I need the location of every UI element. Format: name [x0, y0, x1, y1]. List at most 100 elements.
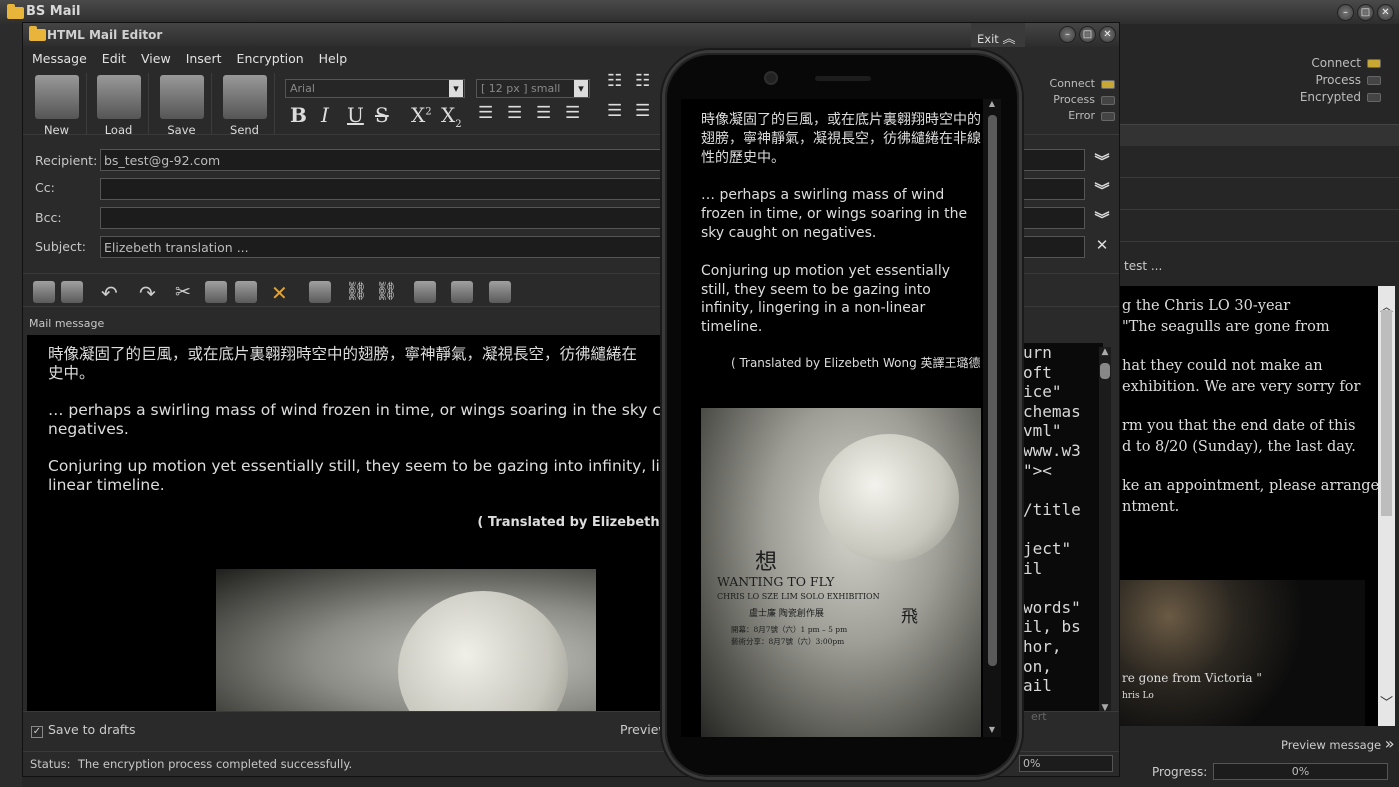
- app-title: BS Mail: [26, 4, 81, 19]
- scroll-thumb[interactable]: [988, 115, 997, 666]
- subscript-button[interactable]: X2: [441, 103, 462, 130]
- msg-line: d to 8/20 (Sunday), the last day.: [1122, 438, 1356, 455]
- underline-button[interactable]: U: [347, 103, 364, 127]
- settings-icon[interactable]: [61, 281, 83, 303]
- editor-status-leds: Connect Process Error: [1033, 77, 1115, 125]
- subject-label: Subject:: [35, 239, 86, 254]
- menu-message[interactable]: Message: [23, 47, 93, 66]
- insert-image-icon[interactable]: [414, 281, 436, 303]
- archive-icon[interactable]: [489, 281, 511, 303]
- link-icon[interactable]: ⛓: [345, 281, 368, 303]
- checkmark-icon: ✓: [31, 726, 43, 738]
- scroll-thumb[interactable]: [1100, 363, 1110, 379]
- editor-close-button[interactable]: ✕: [1099, 26, 1116, 43]
- menu-encryption[interactable]: Encryption: [228, 47, 310, 66]
- scroll-up-icon[interactable]: ▲: [1099, 347, 1111, 357]
- phone-scrollbar[interactable]: ▲ ▼: [983, 99, 1001, 737]
- photo-caption: hris Lo: [1122, 691, 1154, 701]
- eraser-icon[interactable]: [309, 281, 331, 303]
- main-progress-value: 0%: [1291, 765, 1310, 778]
- double-chevron-right-icon: »: [1384, 734, 1395, 753]
- main-left-strip: [0, 24, 22, 787]
- indent-icon[interactable]: ☰: [607, 101, 622, 121]
- save-to-drafts-checkbox[interactable]: ✓ Save to drafts: [31, 722, 136, 738]
- mail-body-editor[interactable]: 時像凝固了的巨風，或在底片裏翱翔時空中的翅膀，寧神靜氣，凝視長空，彷彿繾綣在 史…: [27, 335, 667, 711]
- paste-icon[interactable]: [235, 281, 257, 303]
- code-line: www.w3: [1023, 440, 1081, 460]
- poster-cn-char: 飛: [901, 607, 918, 627]
- code-line: urn: [1023, 343, 1052, 362]
- clear-x-icon[interactable]: ✕: [1093, 236, 1111, 254]
- save-label: Save: [167, 123, 196, 137]
- align-justify-icon[interactable]: ☰: [565, 103, 580, 123]
- redo-icon[interactable]: ↷: [139, 281, 161, 305]
- inbox-icon[interactable]: [451, 281, 473, 303]
- strikethrough-button[interactable]: S: [375, 103, 389, 127]
- close-button[interactable]: ✕: [1377, 4, 1394, 21]
- copy-icon[interactable]: [205, 281, 227, 303]
- load-button[interactable]: Load: [89, 73, 149, 137]
- double-chevron-up-icon: ︽: [1002, 32, 1016, 47]
- new-button[interactable]: New: [27, 73, 87, 137]
- scroll-down-icon[interactable]: ▼: [983, 725, 1001, 734]
- numbered-list-icon[interactable]: ☷: [635, 71, 650, 91]
- outdent-icon[interactable]: ☰: [635, 101, 650, 121]
- menu-insert[interactable]: Insert: [177, 47, 228, 66]
- save-button[interactable]: Save: [152, 73, 212, 137]
- main-row-1[interactable]: [1120, 148, 1399, 178]
- editor-maximize-button[interactable]: □: [1079, 26, 1096, 43]
- preview-message-button[interactable]: Preview message »: [1281, 734, 1395, 753]
- menu-view[interactable]: View: [132, 47, 177, 66]
- msg-line: ke an appointment, please arrange: [1122, 478, 1378, 494]
- html-source-view[interactable]: urn oft ice" chemas vml" www.w3 ">< /tit…: [1023, 343, 1103, 713]
- font-size-select[interactable]: [ 12 px ] small: [476, 79, 590, 98]
- delete-icon[interactable]: ✕: [271, 281, 293, 305]
- main-scrollbar[interactable]: ︿ ﹀: [1378, 286, 1395, 726]
- menu-edit[interactable]: Edit: [93, 47, 132, 66]
- exit-button[interactable]: Exit ︽: [971, 23, 1025, 47]
- phone-screen[interactable]: 時像凝固了的巨風，或在底片裏翱翔時空中的翅膀，寧神靜氣，凝視長空，彷彿繾綣在非線…: [681, 99, 1001, 737]
- poster-cn-char: 想: [755, 550, 778, 575]
- scroll-up-icon[interactable]: ▲: [983, 99, 1001, 108]
- code-line: vml": [1023, 421, 1062, 441]
- minimize-button[interactable]: –: [1337, 4, 1354, 21]
- poster-title: WANTING TO FLY: [717, 574, 835, 589]
- font-family-select[interactable]: Arial: [285, 79, 465, 98]
- italic-button[interactable]: I: [321, 103, 329, 127]
- align-right-icon[interactable]: ☰: [536, 103, 551, 123]
- code-line: on,: [1023, 656, 1052, 676]
- poster-date: 藝術分享：8月7號（六）3:00pm: [731, 637, 845, 646]
- code-line: chemas: [1023, 401, 1081, 421]
- editor-minimize-button[interactable]: –: [1059, 26, 1076, 43]
- editor-progress-value: 0%: [1023, 757, 1041, 770]
- encrypted-label: Encrypted: [1299, 90, 1361, 104]
- double-chevron-down-icon[interactable]: ︾: [1093, 179, 1111, 199]
- bullet-list-icon[interactable]: ☷: [607, 71, 622, 91]
- maximize-button[interactable]: □: [1357, 4, 1374, 21]
- superscript-button[interactable]: X2: [411, 103, 432, 127]
- scroll-thumb[interactable]: [1381, 310, 1392, 516]
- camera-icon: [764, 71, 778, 85]
- main-row-2[interactable]: [1120, 180, 1399, 210]
- floppy-icon: [159, 75, 204, 119]
- align-left-icon[interactable]: ☰: [478, 103, 493, 123]
- bold-button[interactable]: B: [290, 103, 307, 127]
- double-chevron-down-icon[interactable]: ︾: [1093, 208, 1111, 228]
- double-chevron-down-icon[interactable]: ︾: [1093, 150, 1111, 170]
- msg-line: hat they could not make an: [1122, 358, 1323, 374]
- main-row-3[interactable]: [1120, 212, 1399, 242]
- connect-led-icon: [1367, 59, 1381, 68]
- source-scrollbar[interactable]: ▲ ▼: [1099, 347, 1111, 713]
- align-center-icon[interactable]: ☰: [507, 103, 522, 123]
- scroll-down-icon[interactable]: ﹀: [1378, 692, 1395, 711]
- body-text: 史中。: [48, 364, 95, 382]
- menu-help[interactable]: Help: [310, 47, 354, 66]
- msg-line: "The seagulls are gone from: [1122, 318, 1330, 335]
- send-button[interactable]: Send: [215, 73, 275, 137]
- undo-icon[interactable]: ↶: [101, 281, 123, 305]
- unlink-icon[interactable]: ⛓: [375, 281, 398, 303]
- cut-icon[interactable]: ✂: [175, 281, 197, 303]
- process-label: Process: [1315, 73, 1361, 87]
- image-icon[interactable]: [33, 281, 55, 303]
